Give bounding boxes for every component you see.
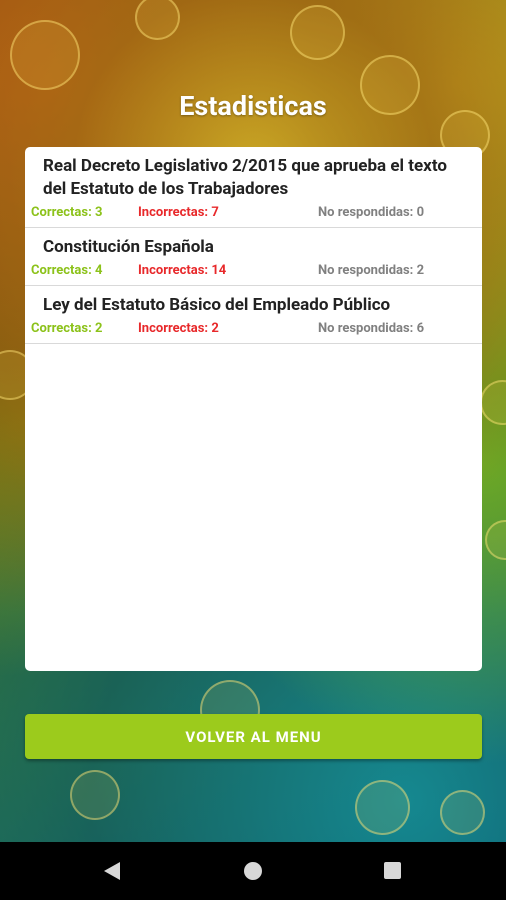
bokeh-light (440, 790, 485, 835)
list-item[interactable]: Constitución Española Correctas: 4 Incor… (25, 228, 482, 286)
bokeh-light (290, 5, 345, 60)
recent-apps-icon[interactable] (384, 862, 401, 879)
list-item[interactable]: Real Decreto Legislativo 2/2015 que apru… (25, 147, 482, 228)
incorrect-count: Incorrectas: 7 (138, 205, 219, 220)
correct-count: Correctas: 2 (31, 321, 103, 336)
list-item[interactable]: Ley del Estatuto Básico del Empleado Púb… (25, 286, 482, 344)
unanswered-count: No respondidas: 6 (317, 321, 425, 336)
law-title: Constitución Española (43, 237, 214, 257)
stats-row: Correctas: 3 Incorrectas: 7 No respondid… (31, 204, 476, 222)
home-icon[interactable] (244, 862, 262, 880)
stats-row: Correctas: 4 Incorrectas: 14 No respondi… (31, 262, 476, 280)
stats-row: Correctas: 2 Incorrectas: 2 No respondid… (31, 320, 476, 338)
bokeh-light (10, 20, 80, 90)
back-to-menu-button[interactable]: VOLVER AL MENU (25, 714, 482, 759)
statistics-list[interactable]: Real Decreto Legislativo 2/2015 que apru… (25, 147, 482, 671)
correct-count: Correctas: 3 (31, 205, 103, 220)
bokeh-light (355, 780, 410, 835)
law-title: Ley del Estatuto Básico del Empleado Púb… (43, 295, 391, 315)
incorrect-count: Incorrectas: 2 (138, 321, 219, 336)
back-icon[interactable] (104, 862, 120, 880)
bokeh-light (480, 380, 506, 425)
bokeh-light (485, 520, 506, 560)
law-title: Real Decreto Legislativo 2/2015 que apru… (43, 156, 447, 199)
correct-count: Correctas: 4 (31, 263, 103, 278)
unanswered-count: No respondidas: 2 (317, 263, 425, 278)
unanswered-count: No respondidas: 0 (317, 205, 425, 220)
bokeh-light (135, 0, 180, 40)
bokeh-light (70, 770, 120, 820)
page-title: Estadisticas (179, 90, 327, 122)
incorrect-count: Incorrectas: 14 (138, 263, 227, 278)
